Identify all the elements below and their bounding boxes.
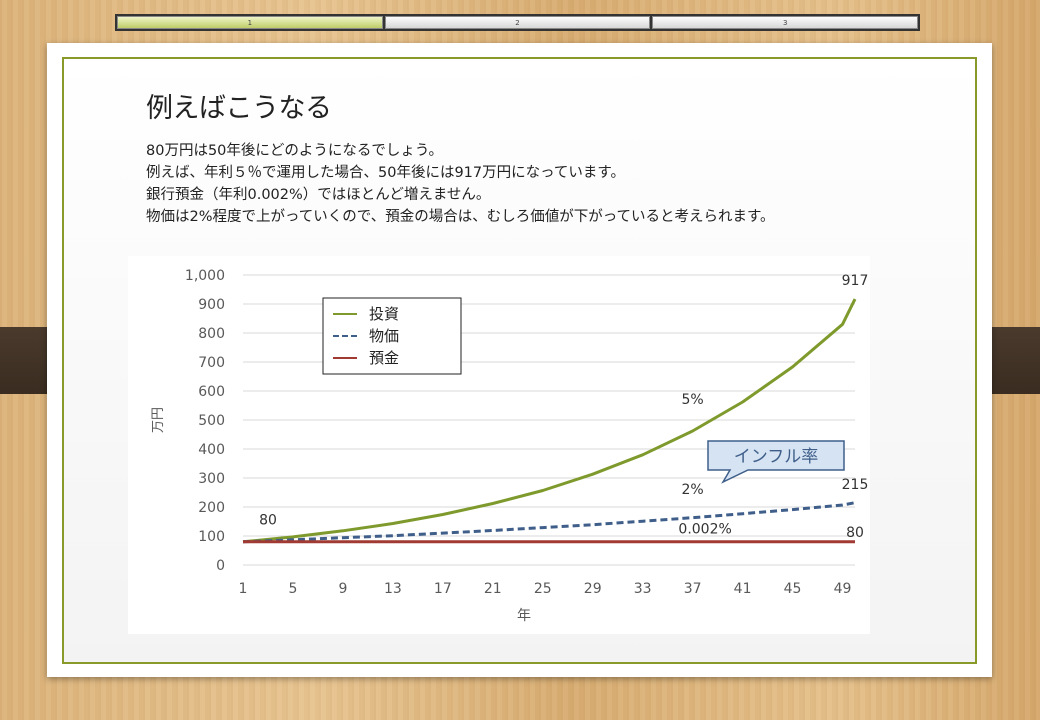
slide-title: 例えばこうなる [146,93,332,124]
callout-label: インフル率 [734,447,819,467]
y-tick-label: 500 [198,413,225,429]
data-label-5: 215 [842,477,869,493]
y-axis-title: 万円 [151,407,166,433]
body-line-4: 物価は2%程度で上がっていくので、預金の場合は、むしろ価値が下がっていると考えら… [146,209,775,225]
x-tick-label: 37 [684,581,702,597]
data-label-6: 0.002% [678,522,731,538]
progress-tab-1[interactable]: 1 [117,16,383,29]
x-tick-label: 21 [484,581,502,597]
data-label-2: 917 [842,273,869,289]
y-tick-label: 200 [198,500,225,516]
x-tick-label: 17 [434,581,452,597]
chart-area: 0 100 200 300 400 500 600 700 800 900 1,000 1 5 9 13 17… [128,256,870,634]
x-tick-label: 29 [584,581,602,597]
legend-label-3: 預金 [369,349,399,367]
y-tick-label: 0 [216,558,225,574]
y-tick-label: 700 [198,355,225,371]
x-tick-label: 1 [239,581,248,597]
y-tick-label: 400 [198,442,225,458]
y-tick-label: 300 [198,471,225,487]
x-tick-label: 45 [784,581,802,597]
legend-label-2: 物価 [369,327,399,345]
body-line-2: 例えば、年利５％で運用した場合、50年後には917万円になっています。 [146,165,625,181]
progress-tabs: 1 2 3 [115,14,920,31]
x-tick-label: 49 [834,581,852,597]
x-axis-title: 年 [517,608,531,624]
progress-tab-3[interactable]: 3 [652,16,919,29]
data-label-3: 5% [682,392,704,408]
legend-label-1: 投資 [369,305,399,323]
body-line-3: 銀行預金（年利0.002%）ではほとんど増えません。 [146,187,491,203]
progress-tab-2[interactable]: 2 [384,16,651,29]
y-tick-label: 600 [198,384,225,400]
x-tick-label: 25 [534,581,552,597]
x-tick-label: 9 [338,581,347,597]
x-tick-label: 13 [384,581,402,597]
y-tick-label: 1,000 [185,268,225,284]
y-tick-label: 100 [198,529,225,545]
y-tick-label: 900 [198,297,225,313]
x-tick-label: 5 [288,581,297,597]
line-chart: 0 100 200 300 400 500 600 700 800 900 1,000 1 5 9 13 17… [151,268,869,624]
data-label-4: 2% [682,482,704,498]
y-tick-label: 800 [198,326,225,342]
x-tick-label: 33 [634,581,652,597]
data-label-1: 80 [259,512,277,528]
slide-body: 80万円は50年後にどのようになるでしょう。 例えば、年利５％で運用した場合、5… [146,140,775,228]
x-tick-label: 41 [734,581,752,597]
body-line-1: 80万円は50年後にどのようになるでしょう。 [146,143,444,159]
data-label-7: 80 [846,525,864,541]
